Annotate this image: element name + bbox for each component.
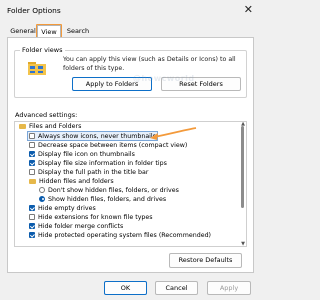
radio[interactable] bbox=[39, 186, 45, 193]
folder-icon bbox=[28, 62, 46, 75]
tab-general[interactable]: General bbox=[10, 26, 36, 37]
tree-folder-files-and-folders: Files and Folders bbox=[19, 122, 81, 131]
folder-icon bbox=[19, 124, 26, 129]
option-display-file-icon[interactable]: Display file icon on thumbnails bbox=[29, 150, 135, 159]
view-tab-highlight bbox=[36, 24, 62, 38]
title-bar: Folder Options ✕ bbox=[0, 0, 261, 22]
checkbox[interactable] bbox=[29, 168, 35, 175]
ok-button[interactable]: OK bbox=[104, 281, 147, 295]
option-hide-empty-drives[interactable]: Hide empty drives bbox=[29, 204, 96, 213]
folder-views-legend: Folder views bbox=[20, 46, 65, 54]
option-display-file-size[interactable]: Display file size information in folder … bbox=[29, 159, 167, 168]
checkbox-checked[interactable] bbox=[29, 231, 35, 238]
option-hide-merge-conflicts[interactable]: Hide folder merge conflicts bbox=[29, 222, 123, 231]
checkbox-checked[interactable] bbox=[29, 159, 35, 166]
checkbox[interactable] bbox=[29, 213, 35, 220]
restore-defaults-button[interactable]: Restore Defaults bbox=[169, 253, 242, 268]
cancel-button[interactable]: Cancel bbox=[155, 281, 198, 295]
radio-selected[interactable] bbox=[39, 195, 45, 202]
tab-search[interactable]: Search bbox=[65, 26, 91, 37]
option-hide-protected-files[interactable]: Hide protected operating system files (R… bbox=[29, 231, 211, 240]
option-show-hidden[interactable]: Show hidden files, folders, and drives bbox=[39, 195, 166, 204]
scroll-up-icon[interactable]: ▲ bbox=[241, 122, 245, 127]
advanced-settings-label: Advanced settings: bbox=[15, 111, 78, 119]
folder-icon bbox=[29, 178, 36, 184]
watermark: @howcworld bbox=[133, 74, 195, 83]
checkbox[interactable] bbox=[29, 141, 35, 148]
folder-views-description: You can apply this view (such as Details… bbox=[63, 56, 236, 72]
view-panel: Folder views You can apply this view (su… bbox=[7, 37, 254, 273]
vertical-scrollbar[interactable] bbox=[241, 126, 244, 208]
advanced-settings-tree[interactable]: Files and Folders Always show icons, nev… bbox=[14, 121, 247, 247]
option-dont-show-hidden[interactable]: Don't show hidden files, folders, or dri… bbox=[39, 186, 179, 195]
scroll-down-icon[interactable]: ▼ bbox=[241, 241, 245, 246]
annotation-arrow-icon bbox=[150, 127, 197, 140]
window-title: Folder Options bbox=[7, 6, 61, 15]
checkbox-checked[interactable] bbox=[29, 222, 35, 229]
tree-folder-hidden-files: Hidden files and folders bbox=[29, 177, 114, 186]
checkbox[interactable] bbox=[29, 132, 35, 139]
checkbox-checked[interactable] bbox=[29, 150, 35, 157]
close-icon[interactable]: ✕ bbox=[244, 3, 253, 16]
folder-views-group: Folder views You can apply this view (su… bbox=[14, 46, 247, 98]
checkbox-checked[interactable] bbox=[29, 204, 35, 211]
option-hide-extensions[interactable]: Hide extensions for known file types bbox=[29, 213, 153, 222]
option-always-show-icons[interactable]: Always show icons, never thumbnails bbox=[29, 132, 156, 141]
option-display-full-path[interactable]: Display the full path in the title bar bbox=[29, 168, 148, 177]
apply-button[interactable]: Apply bbox=[207, 281, 251, 295]
